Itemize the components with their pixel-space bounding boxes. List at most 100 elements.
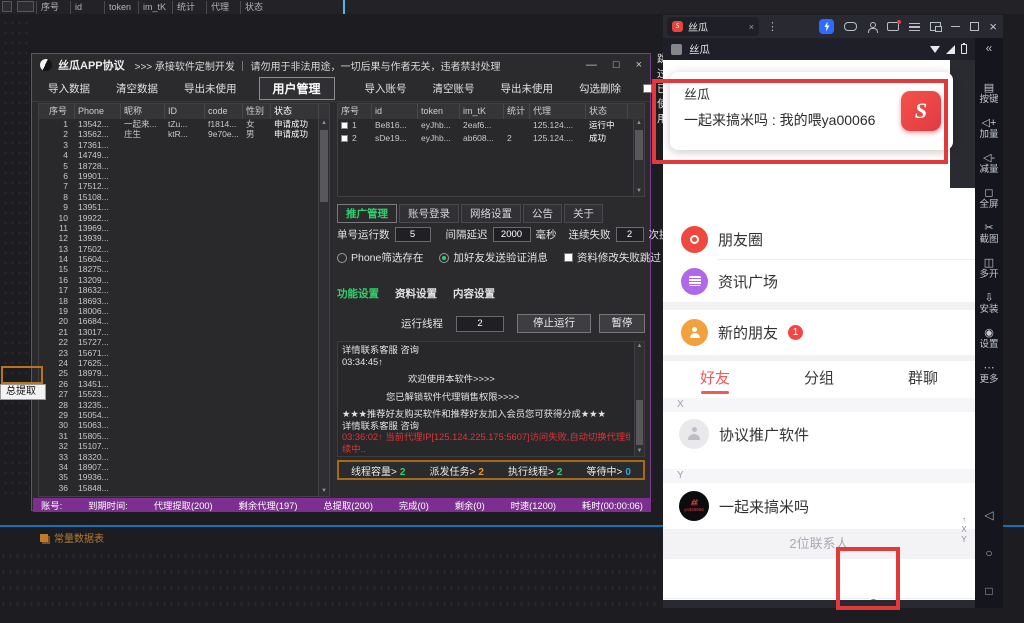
nav-me[interactable]: 我的 (897, 599, 975, 600)
toolbar-button[interactable]: 导出未使用 (178, 81, 243, 96)
table-row[interactable]: 33 18320... (39, 452, 329, 462)
accounts-table[interactable]: 序号 Phone 昵称 ID code 性别 状态 1 13542... 一起来… (38, 103, 330, 497)
sessions-table[interactable]: 序号 id token im_tK 统计 代理 状态 1 Be816... ey… (337, 103, 645, 197)
phone-filter-radio[interactable] (337, 253, 347, 263)
settings-tab[interactable]: 网络设置 (461, 204, 521, 223)
maximize-button[interactable]: □ (613, 59, 620, 71)
sub-tab[interactable]: 资料设置 (395, 286, 437, 301)
table-row[interactable]: 22 15727... (39, 337, 329, 347)
account-icon[interactable] (867, 22, 877, 32)
col-header[interactable]: Phone (75, 104, 121, 119)
index-scrubber[interactable]: ↑XY (957, 515, 971, 545)
col-header[interactable]: im_tK (460, 104, 504, 119)
menu-row-new-friends[interactable]: 新的朋友 1 (663, 310, 975, 355)
col-header[interactable]: 状态 (586, 104, 628, 119)
single-run-input[interactable] (395, 227, 431, 242)
col-header[interactable]: 序号 (39, 104, 75, 119)
close-button[interactable]: × (636, 59, 642, 71)
col-header[interactable]: id (372, 104, 418, 119)
sub-tab[interactable]: 内容设置 (453, 286, 495, 301)
toolbar-button[interactable]: 清空数据 (110, 81, 164, 96)
android-nav-button[interactable]: ○ (985, 546, 992, 560)
tab-groups[interactable]: 分组 (767, 361, 871, 396)
sidebar-tool[interactable]: ◁- 减量 (975, 146, 1003, 181)
col-header[interactable]: 序号 (338, 104, 372, 119)
tab-menu-icon[interactable]: ⋮ (767, 20, 778, 33)
table-row[interactable]: 7 17512... (39, 181, 329, 191)
emulator-tab[interactable]: S 丝瓜 × (667, 17, 759, 36)
settings-tab[interactable]: 推广管理 (337, 204, 397, 223)
menu-row-moments[interactable]: 朋友圈 (663, 218, 975, 260)
scroll-up-icon[interactable]: ▲ (634, 119, 644, 128)
table-row[interactable]: 31 15805... (39, 431, 329, 441)
sidebar-tool[interactable]: ◉ 设置 (975, 321, 1003, 356)
table-row[interactable]: 13 17502... (39, 244, 329, 254)
verify-message-radio[interactable] (439, 253, 449, 263)
scroll-down-icon[interactable]: ▼ (634, 187, 644, 196)
table-row[interactable]: 5 18728... (39, 161, 329, 171)
table-row[interactable]: 12 13939... (39, 233, 329, 243)
col-header[interactable]: token (418, 104, 460, 119)
col-header[interactable]: ID (165, 104, 205, 119)
tab-group-chats[interactable]: 群聊 (871, 361, 975, 396)
window-titlebar[interactable]: 丝瓜APP协议 >>> 承接软件定制开发 ｜ 请勿用于非法用途，一切后果与作者无… (32, 54, 650, 76)
toolbar-button[interactable]: 勾选删除 (573, 81, 627, 96)
toolbar-button[interactable]: 导入账号 (359, 81, 413, 96)
scroll-up-icon[interactable]: ▲ (319, 119, 329, 128)
background-tree-item[interactable]: 常量数据表 (40, 530, 104, 545)
nav-call-log[interactable]: 通话记录 (741, 599, 819, 600)
thread-count-input[interactable] (456, 316, 504, 332)
table-row[interactable]: 2 sDe19... eyJhb... ab608... 2 125.124..… (338, 132, 644, 145)
table-row[interactable]: 27 15523... (39, 389, 329, 399)
scroll-down-icon[interactable]: ▼ (319, 487, 329, 496)
mail-icon[interactable] (887, 22, 899, 31)
delay-input[interactable] (493, 227, 531, 242)
toolbar-button[interactable]: 清空账号 (427, 81, 481, 96)
table-row[interactable]: 35 19936... (39, 472, 329, 482)
col-header[interactable]: 性别 (243, 104, 271, 119)
minimize-icon[interactable] (951, 26, 960, 28)
sidebar-tool[interactable]: ⇩ 安装 (975, 286, 1003, 321)
android-nav-button[interactable]: ◁ (984, 508, 993, 522)
row-checkbox[interactable] (341, 135, 348, 142)
table-row[interactable]: 4 14749... (39, 150, 329, 160)
table-row[interactable]: 10 19922... (39, 213, 329, 223)
stop-run-button[interactable]: 停止运行 (517, 314, 591, 333)
tab-close-icon[interactable]: × (749, 22, 754, 32)
skip-fail-checkbox[interactable] (564, 253, 573, 262)
table-row[interactable]: 29 15054... (39, 410, 329, 420)
table-row[interactable]: 15 18275... (39, 264, 329, 274)
table-row[interactable]: 28 13235... (39, 400, 329, 410)
sub-tab[interactable]: 功能设置 (337, 286, 379, 301)
scroll-down-icon[interactable]: ▼ (635, 447, 644, 456)
sidebar-tool[interactable]: ▤ 按键 (975, 76, 1003, 111)
table-row[interactable]: 11 13969... (39, 223, 329, 233)
table-row[interactable]: 19 18006... (39, 306, 329, 316)
maximize-icon[interactable] (970, 22, 979, 31)
menu-icon[interactable] (909, 23, 920, 31)
scrollbar-thumb[interactable] (320, 130, 328, 202)
table-row[interactable]: 14 15604... (39, 254, 329, 264)
col-header[interactable]: 昵称 (121, 104, 165, 119)
settings-tab[interactable]: 关于 (564, 204, 603, 223)
boost-icon[interactable] (819, 19, 834, 34)
close-icon[interactable]: × (989, 20, 997, 33)
table-row[interactable]: 17 18632... (39, 285, 329, 295)
sidebar-tool[interactable]: ◻ 全屏 (975, 181, 1003, 216)
window-mode-icon[interactable] (930, 22, 941, 31)
table-row[interactable]: 20 16684... (39, 316, 329, 326)
settings-tab[interactable]: 账号登录 (399, 204, 459, 223)
sidebar-collapse-icon[interactable]: « (975, 41, 1003, 55)
contact-row[interactable]: 丝 ya366666 一起来搞米吗 (663, 483, 975, 529)
sidebar-tool[interactable]: ◁+ 加量 (975, 111, 1003, 146)
menu-row-news[interactable]: 资讯广场 (663, 260, 975, 302)
sidebar-tool[interactable]: ⋯ 更多 (975, 356, 1003, 391)
table-row[interactable]: 16 13209... (39, 275, 329, 285)
col-header[interactable]: code (205, 104, 243, 119)
pause-button[interactable]: 暂停 (599, 314, 645, 333)
user-management-button[interactable]: 用户管理 (259, 77, 335, 100)
skip-used-checkbox[interactable] (643, 84, 652, 93)
sidebar-tool[interactable]: ◫ 多开 (975, 251, 1003, 286)
row-checkbox[interactable] (341, 122, 348, 129)
scrollbar-thumb[interactable] (636, 400, 643, 445)
